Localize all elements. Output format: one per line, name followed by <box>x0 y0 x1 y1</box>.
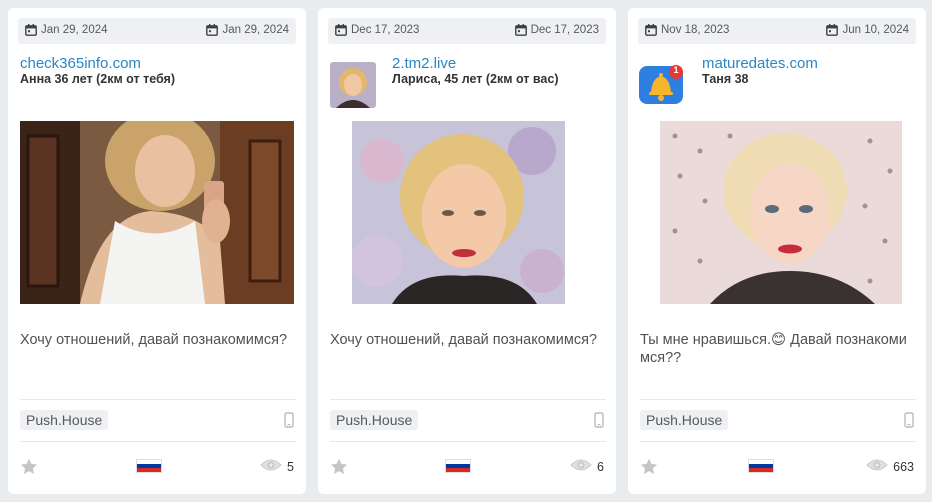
russia-flag-icon <box>748 459 774 473</box>
star-icon[interactable] <box>330 458 348 480</box>
notification-badge: 1 <box>673 65 679 75</box>
source-domain-link[interactable]: maturedates.com <box>702 55 818 72</box>
divider <box>330 399 606 400</box>
network-tag[interactable]: Push.House <box>330 410 419 430</box>
calendar-icon <box>645 24 657 36</box>
push-card: Dec 17, 2023 Dec 17, 2023 2.tm2.live Лар… <box>318 8 616 494</box>
eye-icon <box>260 458 282 475</box>
push-title: Таня 38 <box>702 72 749 86</box>
last-seen-date: Dec 17, 2023 <box>514 24 599 36</box>
divider <box>640 441 916 442</box>
star-icon[interactable] <box>640 458 658 480</box>
source-domain-link[interactable]: check365info.com <box>20 55 141 72</box>
date-bar: Nov 18, 2023 Jun 10, 2024 <box>638 18 916 44</box>
divider <box>640 399 916 400</box>
date-bar: Jan 29, 2024 Jan 29, 2024 <box>18 18 296 44</box>
bell-icon: 1 <box>639 62 687 108</box>
network-tag[interactable]: Push.House <box>640 410 729 430</box>
star-icon[interactable] <box>20 458 38 480</box>
calendar-icon <box>514 24 527 36</box>
views-counter: 5 <box>260 458 294 475</box>
views-counter: 6 <box>570 458 604 475</box>
push-card: Nov 18, 2023 Jun 10, 2024 1 maturedates.… <box>628 8 926 494</box>
push-message: Хочу отношений, давай познакомимся? <box>330 332 598 348</box>
push-image[interactable] <box>660 121 902 304</box>
calendar-icon <box>25 24 37 36</box>
mobile-phone-icon <box>904 412 914 433</box>
push-title: Анна 36 лет (2км от тебя) <box>20 72 176 86</box>
network-tag[interactable]: Push.House <box>20 410 109 430</box>
push-card: Jan 29, 2024 Jan 29, 2024 check365info.c… <box>8 8 306 494</box>
divider <box>20 399 296 400</box>
eye-icon <box>866 458 888 475</box>
first-seen-date: Dec 17, 2023 <box>335 24 419 36</box>
divider <box>330 441 606 442</box>
mobile-phone-icon <box>284 412 294 433</box>
first-seen-date: Nov 18, 2023 <box>645 24 729 36</box>
push-image[interactable] <box>20 121 294 304</box>
calendar-icon <box>335 24 347 36</box>
last-seen-date: Jun 10, 2024 <box>826 24 909 36</box>
russia-flag-icon <box>136 459 162 473</box>
calendar-icon <box>206 24 219 36</box>
push-message: Хочу отношений, давай познакомимся? <box>20 332 288 348</box>
russia-flag-icon <box>445 459 471 473</box>
push-icon-thumbnail <box>330 62 376 108</box>
first-seen-date: Jan 29, 2024 <box>25 24 108 36</box>
eye-icon <box>570 458 592 475</box>
calendar-icon <box>826 24 839 36</box>
push-title: Лариса, 45 лет (2км от вас) <box>392 72 559 86</box>
views-counter: 663 <box>866 458 914 475</box>
mobile-phone-icon <box>594 412 604 433</box>
last-seen-date: Jan 29, 2024 <box>206 24 289 36</box>
push-image[interactable] <box>352 121 565 304</box>
date-bar: Dec 17, 2023 Dec 17, 2023 <box>328 18 606 44</box>
push-message: Ты мне нравишься.😊 Давай познакомимся?? <box>640 332 907 366</box>
divider <box>20 441 296 442</box>
source-domain-link[interactable]: 2.tm2.live <box>392 55 456 72</box>
